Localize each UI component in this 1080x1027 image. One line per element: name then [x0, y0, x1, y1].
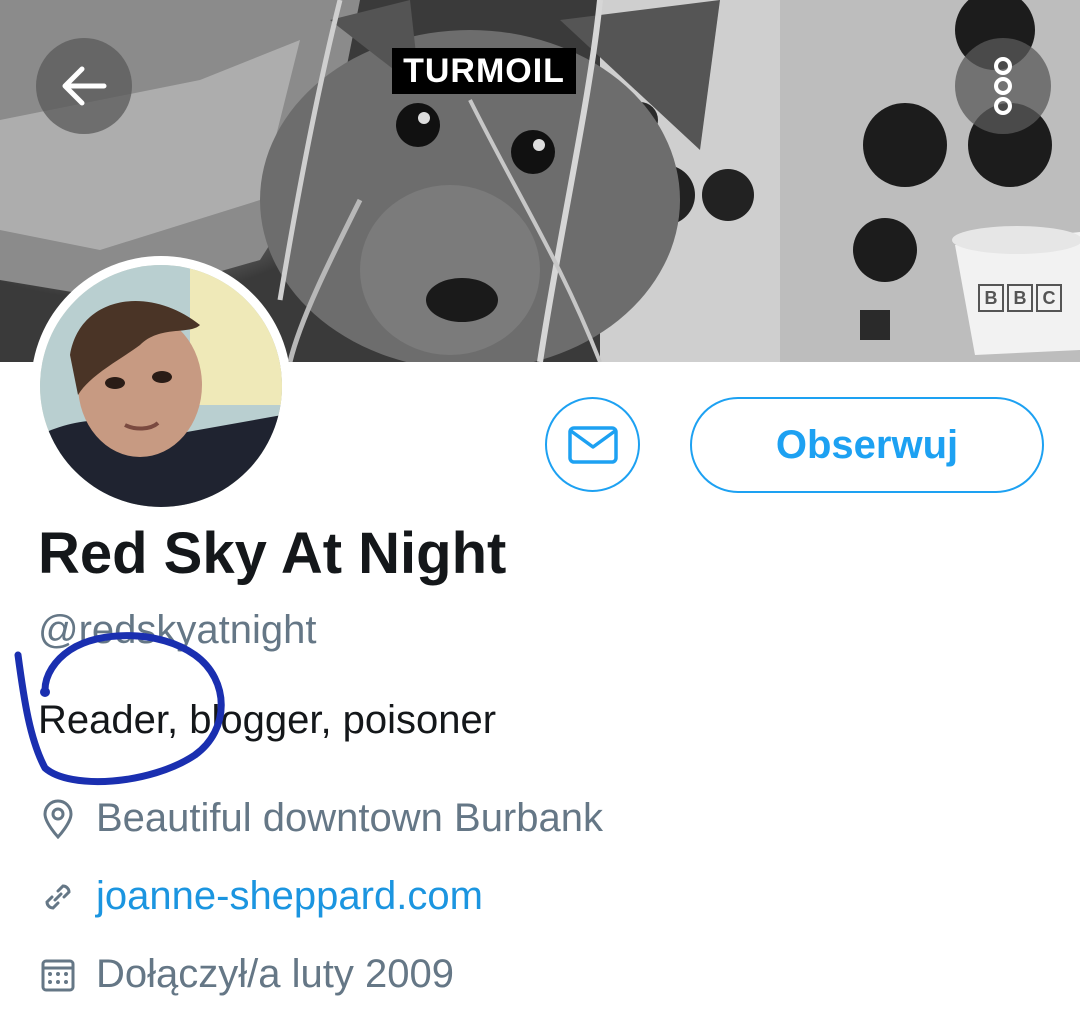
envelope-icon: [567, 425, 618, 464]
more-options-button[interactable]: [955, 38, 1051, 134]
follow-button[interactable]: Obserwuj: [690, 397, 1044, 493]
profile-website[interactable]: joanne-sheppard.com: [38, 874, 483, 919]
profile-name: Red Sky At Night: [38, 521, 507, 586]
banner-title: TURMOIL: [392, 48, 576, 94]
arrow-left-icon: [62, 66, 107, 106]
more-vertical-icon: [994, 57, 1012, 115]
profile-handle: @redskyatnight: [38, 608, 317, 652]
avatar: [40, 265, 282, 507]
profile-join-date: Dołączył/a luty 2009: [38, 952, 454, 997]
back-button[interactable]: [36, 38, 132, 134]
location-pin-icon: [38, 799, 78, 839]
cup-logo-letter: B: [1007, 284, 1033, 312]
cup-logo: B B C: [978, 284, 1062, 312]
calendar-icon: [38, 955, 78, 995]
link-icon: [38, 877, 78, 917]
cup-logo-letter: C: [1036, 284, 1062, 312]
profile-bio: Reader, blogger, poisoner: [38, 698, 497, 742]
profile-location: Beautiful downtown Burbank: [38, 796, 603, 841]
avatar-photo: [40, 265, 282, 507]
cup-logo-letter: B: [978, 284, 1004, 312]
profile-avatar[interactable]: [31, 256, 291, 516]
join-date-text: Dołączył/a luty 2009: [96, 952, 454, 996]
location-text: Beautiful downtown Burbank: [96, 796, 603, 840]
website-link[interactable]: joanne-sheppard.com: [96, 874, 483, 919]
message-button[interactable]: [545, 397, 640, 492]
